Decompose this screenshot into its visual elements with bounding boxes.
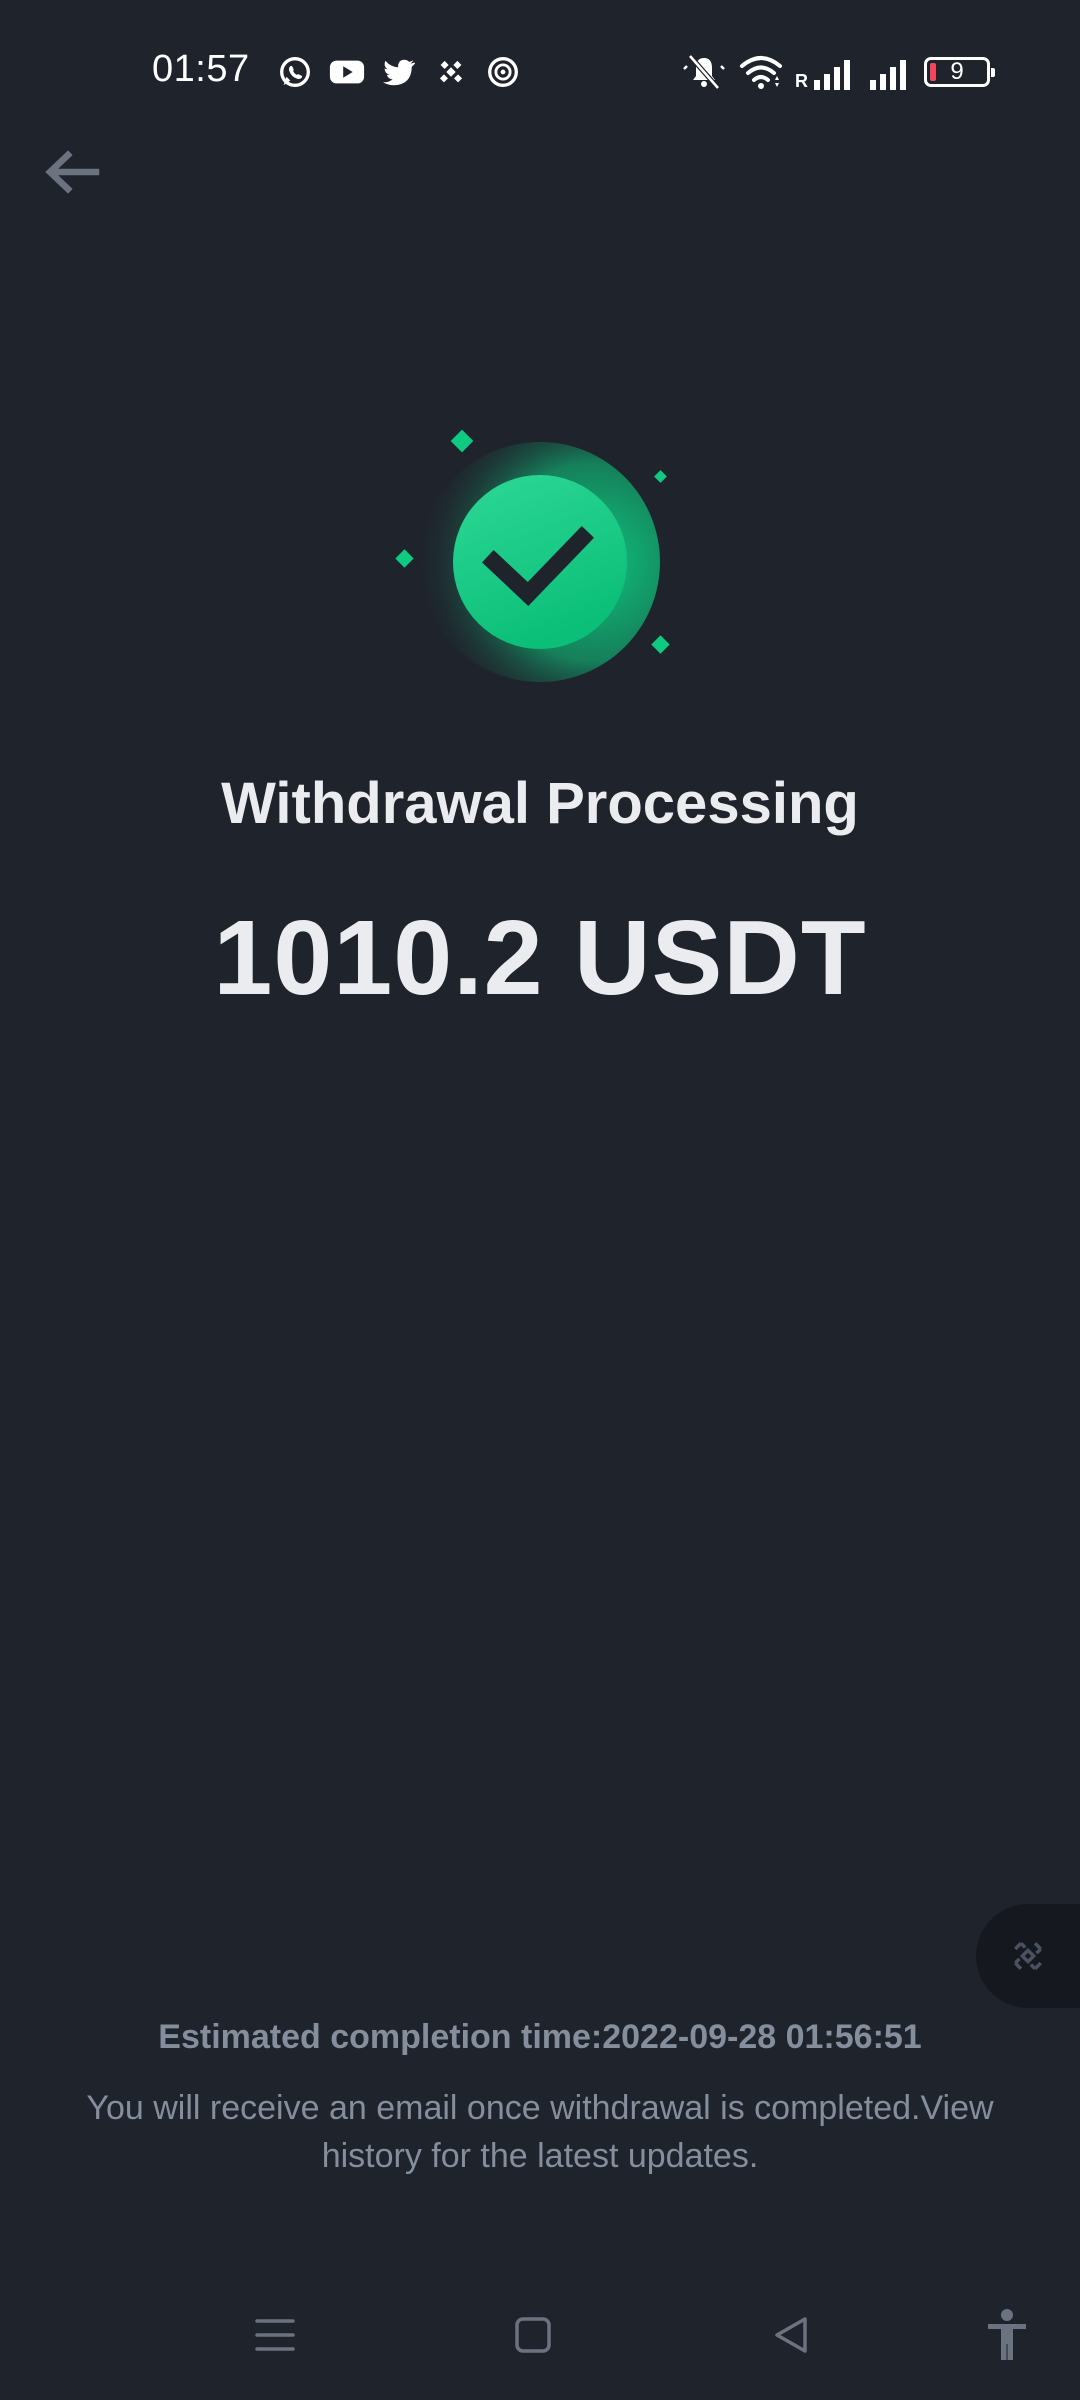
twitter-icon [382,59,416,86]
status-title: Withdrawal Processing [221,771,859,836]
binance-logo-icon [1014,1942,1042,1970]
youtube-icon [329,60,365,84]
nav-back-button[interactable] [756,2300,826,2370]
back-icon [775,2317,807,2353]
whatsapp-icon [280,57,310,87]
estimated-completion-time: Estimated completion time:2022-09-28 01:… [158,2018,922,2056]
back-arrow-icon [45,150,100,194]
menu-icon [255,2319,295,2351]
withdrawal-amount: 1010.2 USDT [213,899,867,1017]
target-app-icon [488,57,518,87]
status-time: 01:57 [152,48,250,90]
success-illustration [390,420,690,700]
email-notice: You will receive an email once withdrawa… [86,2089,994,2175]
notification-icons [276,52,522,92]
system-icons: R 9 [681,50,995,94]
system-nav-bar [0,2290,1080,2380]
battery-level: 9 [950,58,964,85]
signal-roaming-icon: R [795,54,850,90]
accessibility-icon [988,2309,1026,2360]
nav-home-button[interactable] [498,2300,568,2370]
check-circle-icon [395,429,670,682]
status-bar: 01:57 R 9 [0,0,1080,140]
signal-icon [870,54,906,90]
back-button[interactable] [36,140,108,204]
floating-support-button[interactable] [976,1904,1080,2008]
binance-icon [439,60,463,83]
nav-menu-button[interactable] [240,2300,310,2370]
mute-icon [683,54,725,90]
screen: 01:57 R 9 Withdrawal Processing 1010.2 U… [0,0,1080,2400]
wifi-icon [740,56,782,89]
home-icon [515,2317,551,2353]
battery-icon: 9 [924,57,995,87]
roaming-label: R [795,71,808,91]
nav-accessibility-button[interactable] [972,2300,1042,2370]
